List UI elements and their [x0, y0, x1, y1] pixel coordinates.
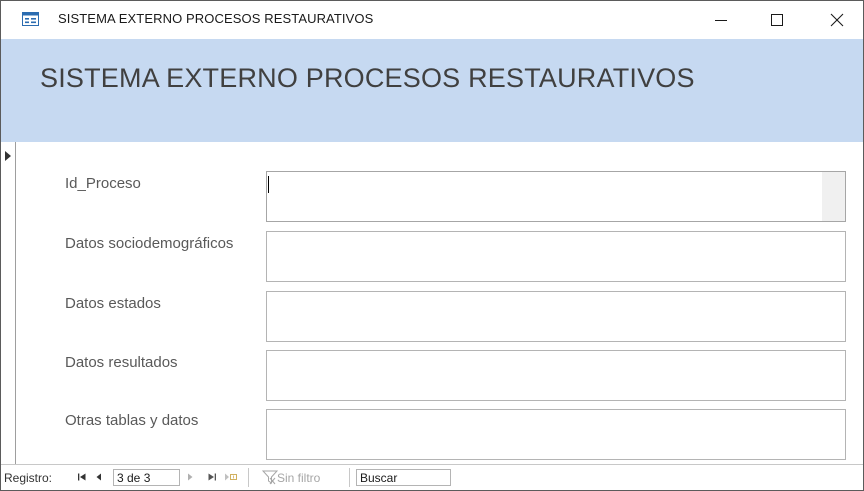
last-record-icon — [208, 473, 216, 481]
access-form-window: SISTEMA EXTERNO PROCESOS RESTAURATIVOS S… — [0, 0, 864, 491]
previous-record-button[interactable] — [93, 470, 105, 484]
input-datos-resultados[interactable] — [267, 351, 845, 400]
close-button[interactable] — [813, 1, 861, 39]
first-record-icon — [78, 473, 86, 481]
minimize-icon — [715, 20, 727, 21]
filter-icon[interactable] — [262, 469, 278, 485]
input-datos-sociodemograficos[interactable] — [267, 232, 845, 281]
record-selector[interactable] — [1, 142, 16, 464]
field-datos-resultados[interactable] — [266, 350, 846, 401]
field-otras-tablas-y-datos[interactable] — [266, 409, 846, 460]
access-form-icon — [22, 12, 39, 26]
search-input[interactable] — [356, 469, 451, 486]
label-datos-resultados: Datos resultados — [65, 354, 178, 371]
record-label: Registro: — [4, 471, 53, 485]
field-id-proceso[interactable] — [266, 171, 846, 222]
window-title: SISTEMA EXTERNO PROCESOS RESTAURATIVOS — [58, 11, 374, 26]
previous-record-icon — [96, 473, 101, 481]
next-record-button[interactable] — [184, 470, 196, 484]
record-navigation-bar: Registro: 3 de 3 Sin filtro Buscar — [1, 464, 863, 490]
form-title: SISTEMA EXTERNO PROCESOS RESTAURATIVOS — [40, 63, 695, 93]
new-record-button[interactable] — [223, 470, 239, 484]
current-record-icon — [5, 151, 11, 161]
new-record-icon — [225, 473, 237, 481]
title-bar: SISTEMA EXTERNO PROCESOS RESTAURATIVOS — [1, 1, 863, 39]
label-otras-tablas-y-datos: Otras tablas y datos — [65, 412, 199, 429]
maximize-icon — [771, 14, 783, 26]
current-record-input[interactable] — [113, 469, 180, 486]
input-otras-tablas-y-datos[interactable] — [267, 410, 845, 459]
nav-separator — [349, 468, 350, 487]
input-datos-estados[interactable] — [267, 292, 845, 341]
maximize-button[interactable] — [753, 1, 801, 39]
next-record-icon — [188, 473, 193, 481]
minimize-button[interactable] — [697, 1, 745, 39]
label-datos-estados: Datos estados — [65, 295, 161, 312]
label-id-proceso: Id_Proceso — [65, 175, 141, 192]
close-icon — [830, 13, 844, 27]
field-datos-estados[interactable] — [266, 291, 846, 342]
field-scrollbar[interactable] — [822, 172, 845, 221]
label-datos-sociodemograficos: Datos sociodemográficos — [65, 235, 234, 252]
last-record-button[interactable] — [206, 470, 218, 484]
text-caret — [268, 176, 269, 193]
form-header: SISTEMA EXTERNO PROCESOS RESTAURATIVOS — [1, 39, 863, 142]
nav-separator — [248, 468, 249, 487]
first-record-button[interactable] — [76, 470, 88, 484]
field-datos-sociodemograficos[interactable] — [266, 231, 846, 282]
filter-status[interactable]: Sin filtro — [277, 471, 320, 485]
